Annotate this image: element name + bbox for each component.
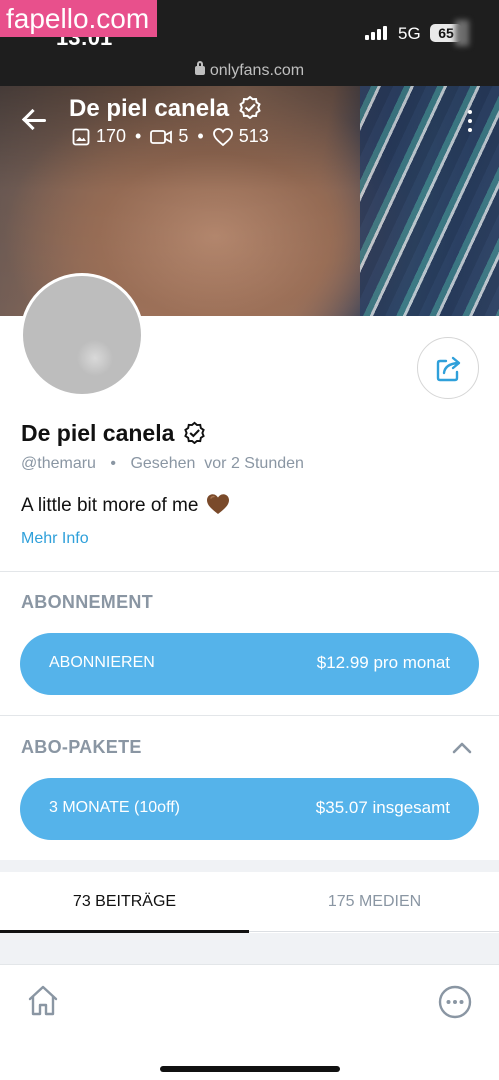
verified-icon bbox=[239, 95, 261, 119]
stats-separator: • bbox=[197, 126, 204, 146]
heart-emoji-icon bbox=[206, 494, 229, 514]
cover-title: De piel canela bbox=[69, 95, 262, 123]
share-icon bbox=[436, 356, 461, 382]
watermark-logo: fapello.com bbox=[0, 0, 158, 37]
last-seen: Gesehen vor 2 Stunden bbox=[130, 455, 304, 472]
verified-icon bbox=[184, 421, 205, 444]
more-info-link[interactable]: Mehr Info bbox=[21, 530, 89, 548]
separator-dot: • bbox=[110, 455, 116, 472]
profile-bio: A little bit more of me bbox=[21, 493, 230, 517]
avatar[interactable] bbox=[20, 273, 144, 397]
share-button[interactable] bbox=[417, 337, 479, 399]
subscription-heading: ABONNEMENT bbox=[21, 592, 153, 612]
home-indicator bbox=[160, 1066, 340, 1072]
bundle-price: $35.07 insgesamt bbox=[315, 798, 450, 817]
back-arrow-icon[interactable] bbox=[22, 107, 48, 133]
handle-row: @themaru • Gesehen vor 2 Stunden bbox=[21, 455, 304, 473]
bio-text: A little bit more of me bbox=[21, 495, 199, 516]
photos-count: 170 bbox=[96, 126, 127, 146]
lock-icon bbox=[194, 61, 205, 75]
video-icon bbox=[150, 129, 173, 144]
divider bbox=[0, 571, 499, 572]
divider bbox=[0, 715, 499, 716]
battery-level: 65 bbox=[438, 25, 454, 41]
cover-towel-stripes bbox=[360, 86, 499, 316]
network-type: 5G bbox=[398, 24, 421, 43]
tab-media[interactable]: 175 MEDIEN bbox=[250, 872, 499, 932]
subscribe-price: $12.99 pro monat bbox=[316, 653, 450, 672]
subscribe-button[interactable]: ABONNIEREN $12.99 pro monat bbox=[20, 633, 479, 695]
profile-name: De piel canela bbox=[21, 420, 206, 447]
profile-name-text: De piel canela bbox=[21, 420, 175, 446]
signal-icon bbox=[365, 26, 387, 40]
url-text: onlyfans.com bbox=[209, 62, 305, 79]
section-gap bbox=[0, 860, 499, 872]
kebab-menu-icon[interactable] bbox=[466, 110, 474, 134]
likes-count: 513 bbox=[238, 126, 269, 146]
tab-posts[interactable]: 73 BEITRÄGE bbox=[0, 872, 249, 933]
browser-url-bar[interactable]: onlyfans.com bbox=[0, 56, 499, 86]
more-options-icon[interactable] bbox=[437, 984, 473, 1020]
cover-stats: 170 • 5 • 513 bbox=[72, 126, 269, 147]
cover-name: De piel canela bbox=[69, 95, 230, 122]
image-icon bbox=[72, 128, 90, 145]
blur-patch bbox=[455, 20, 469, 46]
bundle-button[interactable]: 3 MONATE (10off) $35.07 insgesamt bbox=[20, 778, 479, 840]
chevron-up-icon[interactable] bbox=[452, 740, 472, 754]
content-area bbox=[0, 933, 499, 964]
stats-separator: • bbox=[135, 126, 142, 146]
content-tabs: 73 BEITRÄGE 175 MEDIEN bbox=[0, 872, 499, 933]
videos-count: 5 bbox=[178, 126, 189, 146]
username: @themaru bbox=[21, 455, 96, 472]
subscribe-label: ABONNIEREN bbox=[49, 654, 155, 671]
bottom-nav bbox=[0, 964, 499, 1080]
heart-outline-icon bbox=[212, 127, 233, 146]
bundle-label: 3 MONATE (10off) bbox=[49, 799, 180, 816]
bundles-heading: ABO-PAKETE bbox=[21, 737, 142, 757]
home-icon[interactable] bbox=[25, 983, 61, 1019]
